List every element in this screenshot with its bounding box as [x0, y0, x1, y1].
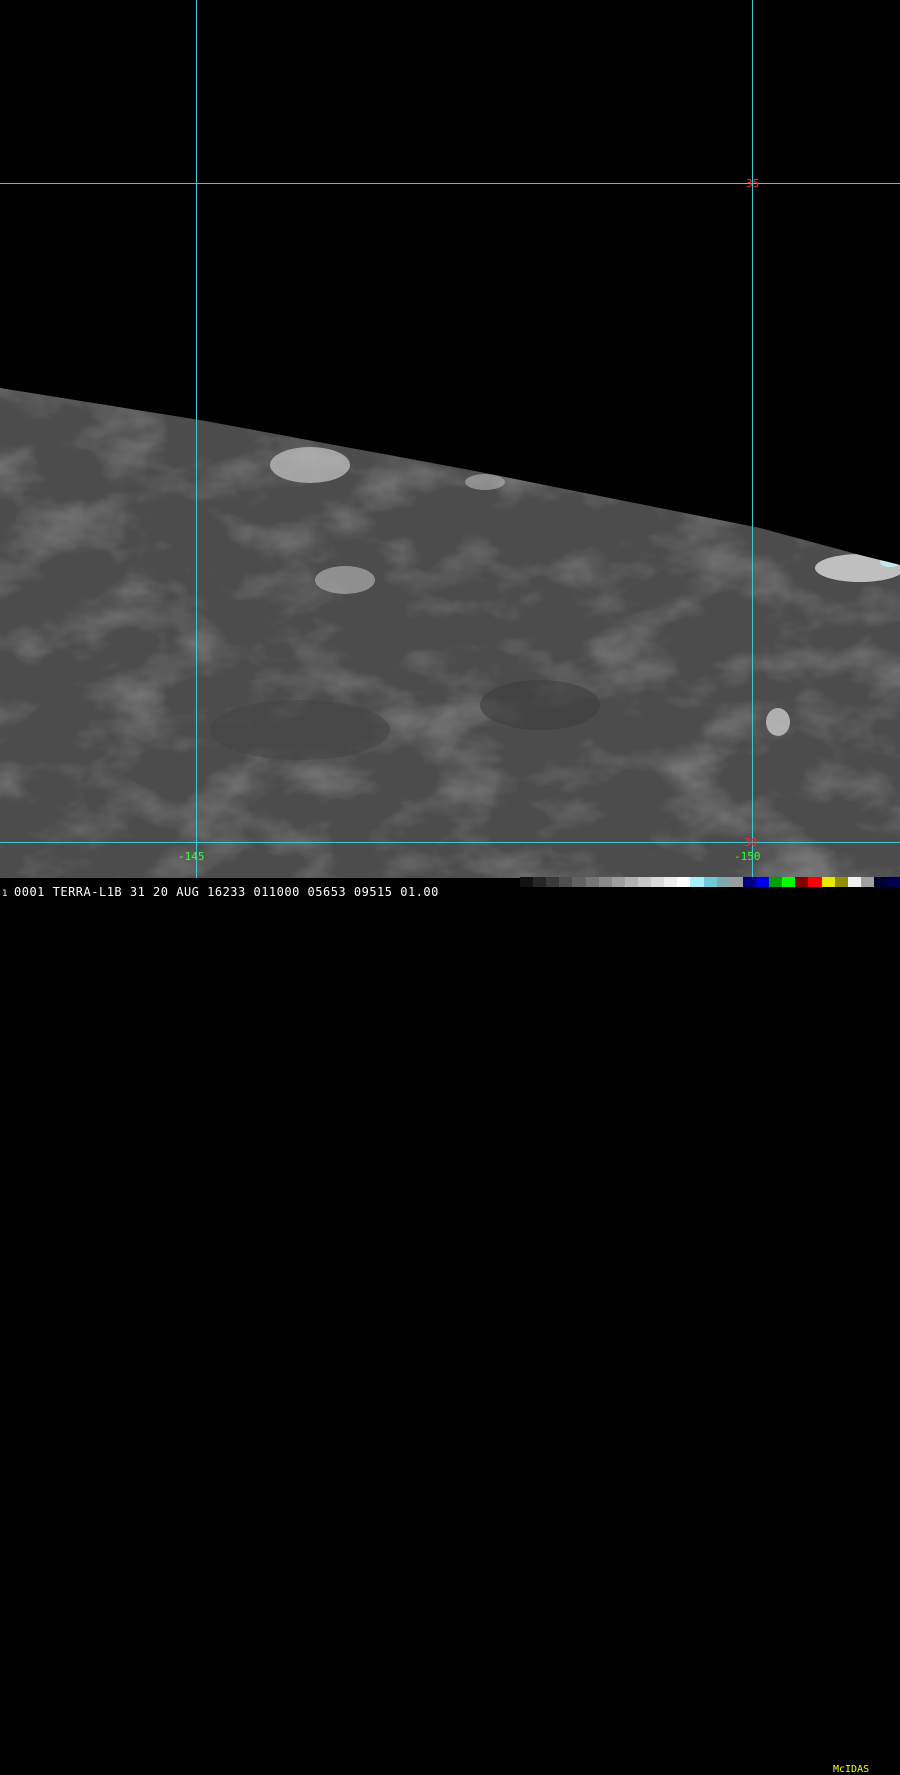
colorbar-swatch [860, 877, 874, 887]
colorbar-swatch [624, 877, 638, 887]
colorbar-swatch [847, 877, 861, 887]
colorbar-swatch [520, 877, 534, 887]
meridian-line-150 [752, 0, 753, 878]
colorbar-swatch [559, 877, 573, 887]
parallel-line-30 [0, 842, 900, 843]
color-enhancement-bar [520, 877, 900, 887]
colorbar-swatch [755, 877, 770, 887]
colorbar-swatch [887, 877, 900, 887]
colorbar-swatch [716, 877, 730, 887]
colorbar-swatch [782, 877, 796, 887]
colorbar-swatch [690, 877, 704, 887]
colorbar-swatch [598, 877, 612, 887]
colorbar-swatch [585, 877, 599, 887]
lon-label-150: -150 [734, 850, 761, 863]
colorbar-swatch [651, 877, 665, 887]
satellite-imagery-icon [0, 388, 900, 878]
colorbar-swatch [795, 877, 809, 887]
colorbar-swatch [873, 877, 888, 887]
meridian-line-145 [196, 0, 197, 878]
lat-label-35: 35 [746, 177, 760, 190]
image-info-text: 0001 TERRA-L1B 31 20 AUG 16233 011000 05… [14, 885, 439, 899]
colorbar-swatch [769, 877, 783, 887]
lat-label-30: 30 [744, 836, 758, 849]
colorbar-swatch [821, 877, 835, 887]
colorbar-swatch [729, 877, 743, 887]
colorbar-swatch [703, 877, 717, 887]
satellite-image-viewport[interactable]: 35 30 -145 -150 [0, 0, 900, 878]
colorbar-swatch [611, 877, 625, 887]
parallel-line-35 [0, 183, 900, 184]
colorbar-swatch [808, 877, 822, 887]
lon-label-145: -145 [178, 850, 205, 863]
mcidas-brand: McIDAS [833, 1764, 870, 1775]
colorbar-swatch [546, 877, 560, 887]
colorbar-swatch [664, 877, 678, 887]
colorbar-swatch [533, 877, 547, 887]
colorbar-swatch [677, 877, 691, 887]
colorbar-swatch [742, 877, 756, 887]
colorbar-swatch [637, 877, 652, 887]
colorbar-swatch [572, 877, 586, 887]
frame-number: 1 [2, 889, 8, 899]
colorbar-swatch [834, 877, 848, 887]
